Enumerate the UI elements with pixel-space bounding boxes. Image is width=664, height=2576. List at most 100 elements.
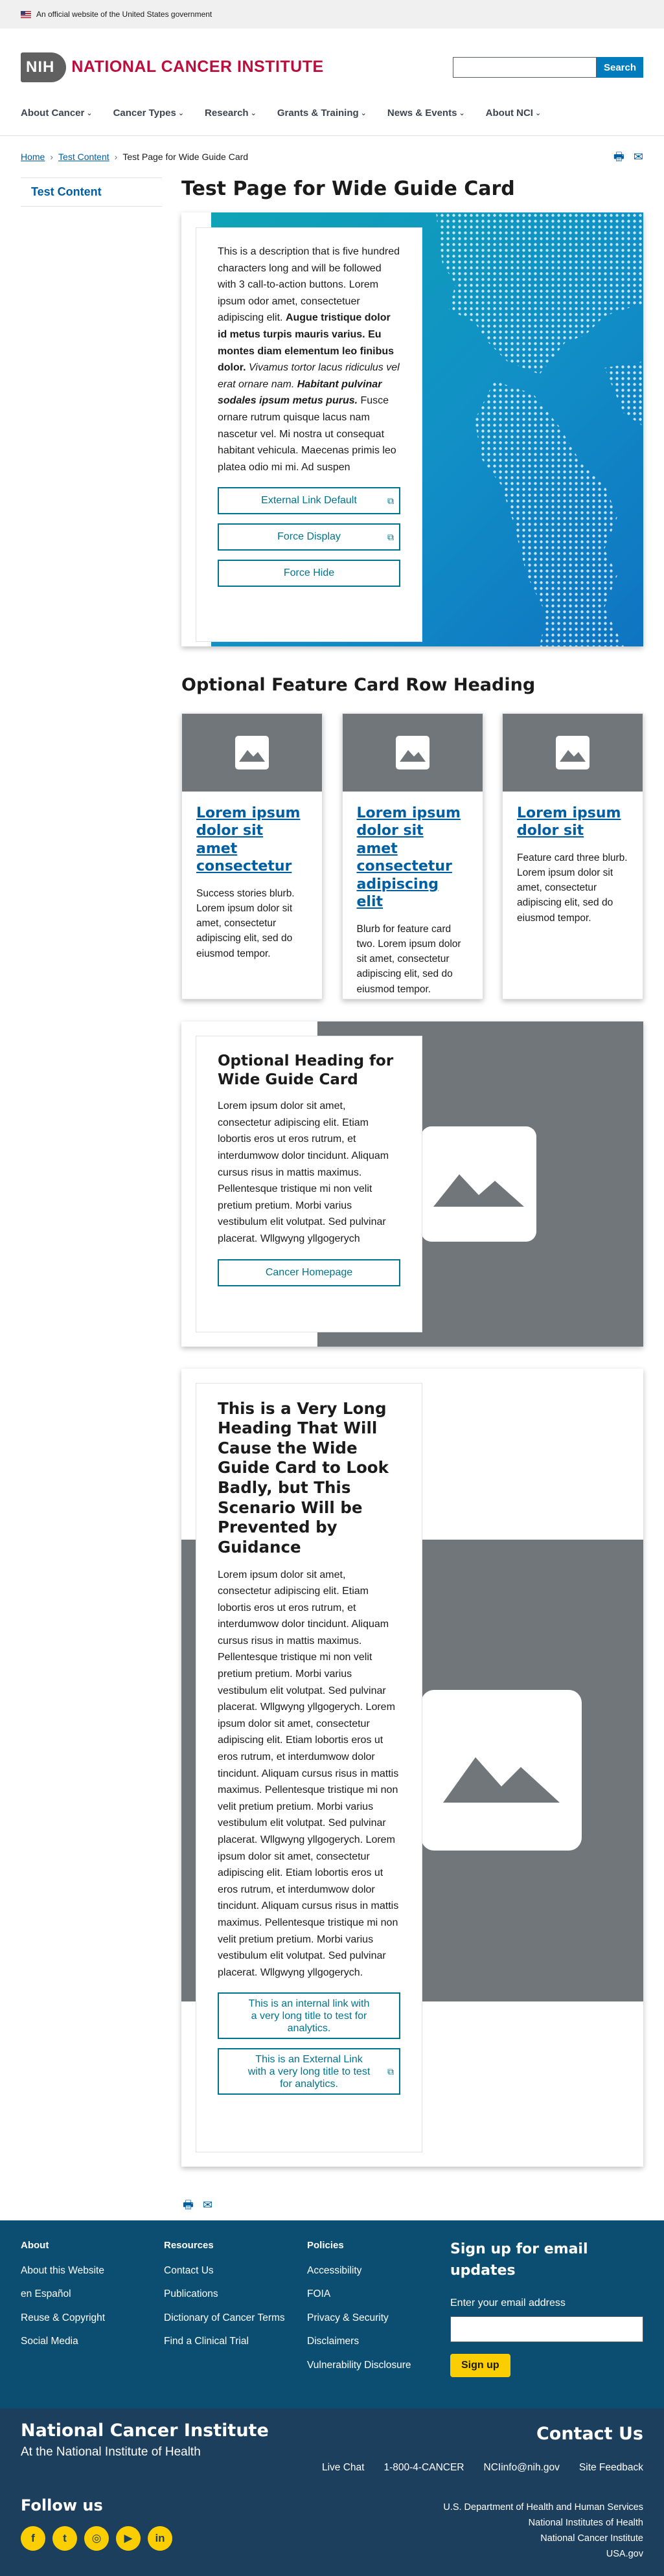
image-icon [235, 735, 269, 769]
image-icon [421, 1126, 536, 1242]
search-input[interactable] [453, 57, 597, 78]
button-label: Force Display [277, 531, 341, 543]
footer-link[interactable]: Publications [164, 2288, 307, 2300]
feature-card-title[interactable]: Lorem ipsum dolor sit [517, 804, 628, 840]
nav-item-about-cancer[interactable]: About Cancer ⌄ [21, 106, 93, 121]
us-flag-icon [21, 10, 31, 18]
footer-link[interactable]: Find a Clinical Trial [164, 2335, 307, 2347]
feature-card-title[interactable]: Lorem ipsum dolor sit amet consectetur a… [357, 804, 468, 911]
feature-card[interactable]: Lorem ipsum dolor sit Feature card three … [502, 712, 643, 999]
force-display-button[interactable]: Force Display ⧉ [218, 523, 400, 551]
signup-heading: Sign up for email updates [450, 2240, 588, 2279]
footer-contact: Contact Us Live Chat 1-800-4-CANCER NCIi… [322, 2421, 643, 2476]
button-label: This is an External Link with a very lon… [247, 2053, 371, 2090]
footer-link[interactable]: en Español [21, 2288, 164, 2300]
footer-bottom: National Cancer Institute At the Nationa… [0, 2408, 664, 2576]
footer-link[interactable]: Vulnerability Disclosure [307, 2359, 450, 2371]
footer-link[interactable]: Privacy & Security [307, 2312, 450, 2324]
agency-link-usagov[interactable]: USA.gov [443, 2547, 643, 2562]
main-content: Test Page for Wide Guide Card This is a … [181, 177, 643, 2220]
nav-item-research[interactable]: Research ⌄ [205, 106, 257, 121]
footer-link[interactable]: Contact Us [164, 2264, 307, 2277]
image-icon [395, 735, 429, 769]
sidebar-item-test-content[interactable]: Test Content [21, 177, 162, 207]
agency-link-hhs[interactable]: U.S. Department of Health and Human Serv… [443, 2500, 643, 2516]
chevron-down-icon: ⌄ [250, 109, 257, 117]
button-label: Cancer Homepage [265, 1266, 353, 1278]
email-icon[interactable]: ✉ [203, 2196, 212, 2214]
desc-text: Fusce ornare rutrum quisque lacus nam na… [218, 395, 396, 473]
button-label: This is an internal link with a very lon… [248, 1998, 370, 2034]
chevron-down-icon: ⌄ [177, 109, 185, 117]
nav-item-cancer-types[interactable]: Cancer Types ⌄ [113, 106, 184, 121]
nci-logo[interactable]: NIH NATIONAL CANCER INSTITUTE [21, 52, 324, 82]
gov-banner: An official website of the United States… [0, 0, 664, 28]
page-layout: Test Content Test Page for Wide Guide Ca… [0, 177, 664, 2220]
footer-link[interactable]: Dictionary of Cancer Terms [164, 2312, 307, 2324]
card-heading: Optional Heading for Wide Guide Card [218, 1052, 394, 1089]
contact-link-email[interactable]: NCIinfo@nih.gov [484, 2460, 560, 2475]
email-field[interactable] [450, 2316, 643, 2342]
cancer-homepage-button[interactable]: Cancer Homepage [218, 1259, 400, 1286]
footer-link[interactable]: Social Media [21, 2335, 164, 2347]
breadcrumb: Home › Test Content › Test Page for Wide… [21, 150, 248, 164]
nih-logo-mark: NIH [21, 52, 67, 82]
breadcrumb-row: Home › Test Content › Test Page for Wide… [0, 136, 664, 177]
chevron-down-icon: ⌄ [86, 109, 93, 117]
force-hide-button[interactable]: Force Hide [218, 560, 400, 587]
signup-button[interactable]: Sign up [450, 2353, 510, 2377]
search-button[interactable]: Search [597, 57, 643, 78]
nav-label: Grants & Training [277, 108, 359, 119]
image-icon [421, 1689, 582, 1851]
internal-link-button[interactable]: This is an internal link with a very lon… [218, 1992, 400, 2040]
share-tools: 🖶 ✉ [613, 148, 643, 166]
sidebar: Test Content [21, 177, 162, 2220]
footer-link[interactable]: Accessibility [307, 2264, 450, 2277]
search-form: Search [453, 57, 643, 78]
contact-link-feedback[interactable]: Site Feedback [579, 2460, 643, 2475]
email-label: Enter your email address [450, 2297, 566, 2308]
agency-link-nci[interactable]: National Cancer Institute [443, 2531, 643, 2547]
image-placeholder [503, 713, 643, 792]
footer-link[interactable]: Disclaimers [307, 2335, 450, 2347]
feature-card[interactable]: Lorem ipsum dolor sit amet consectetur Su… [181, 712, 323, 999]
footer-org-sub: At the National Institute of Health [21, 2445, 201, 2459]
external-link-icon: ⧉ [387, 2066, 394, 2077]
feature-card-text: Feature card three blurb. Lorem ipsum do… [517, 852, 628, 924]
footer-agencies: U.S. Department of Health and Human Serv… [443, 2500, 643, 2562]
main-nav: About Cancer ⌄ Cancer Types ⌄ Research ⌄ Gr… [0, 106, 664, 136]
breadcrumb-home[interactable]: Home [21, 150, 45, 164]
gov-banner-text: An official website of the United States… [36, 10, 212, 19]
print-icon[interactable]: 🖶 [183, 2196, 194, 2214]
footer-link[interactable]: About this Website [21, 2264, 164, 2277]
page-title: Test Page for Wide Guide Card [181, 177, 515, 200]
nav-label: Cancer Types [113, 108, 176, 119]
nav-item-grants-training[interactable]: Grants & Training ⌄ [277, 106, 367, 121]
breadcrumb-parent[interactable]: Test Content [58, 150, 109, 164]
footer-link[interactable]: Reuse & Copyright [21, 2312, 164, 2324]
agency-link-nih[interactable]: National Institutes of Health [443, 2516, 643, 2531]
nav-label: About NCI [485, 108, 533, 119]
image-placeholder [342, 713, 483, 792]
nav-item-news-events[interactable]: News & Events ⌄ [387, 106, 465, 121]
follow-heading: Follow us [21, 2496, 103, 2514]
nav-label: News & Events [387, 108, 457, 119]
card-heading: This is a Very Long Heading That Will Ca… [218, 1398, 389, 1556]
email-icon[interactable]: ✉ [634, 148, 643, 166]
wide-guide-card-long-heading: This is a Very Long Heading That Will Ca… [181, 1368, 643, 2167]
contact-link-phone[interactable]: 1-800-4-CANCER [384, 2460, 464, 2475]
breadcrumb-current: Test Page for Wide Guide Card [122, 151, 249, 162]
print-icon[interactable]: 🖶 [613, 148, 624, 166]
external-link-default-button[interactable]: External Link Default ⧉ [218, 487, 400, 515]
chevron-right-icon: › [50, 151, 54, 162]
nci-logo-text: NATIONAL CANCER INSTITUTE [71, 58, 324, 76]
footer-link[interactable]: FOIA [307, 2288, 450, 2300]
contact-link-live-chat[interactable]: Live Chat [322, 2460, 364, 2475]
chevron-down-icon: ⌄ [459, 109, 465, 117]
feature-card[interactable]: Lorem ipsum dolor sit amet consectetur a… [341, 712, 483, 999]
nav-item-about-nci[interactable]: About NCI ⌄ [486, 106, 542, 121]
card-description: This is a description that is five hundr… [218, 244, 400, 475]
card-body: Lorem ipsum dolor sit amet, consectetur … [218, 1100, 389, 1245]
external-link-button[interactable]: This is an External Link with a very lon… [218, 2048, 400, 2095]
feature-card-title[interactable]: Lorem ipsum dolor sit amet consectetur [196, 804, 308, 876]
